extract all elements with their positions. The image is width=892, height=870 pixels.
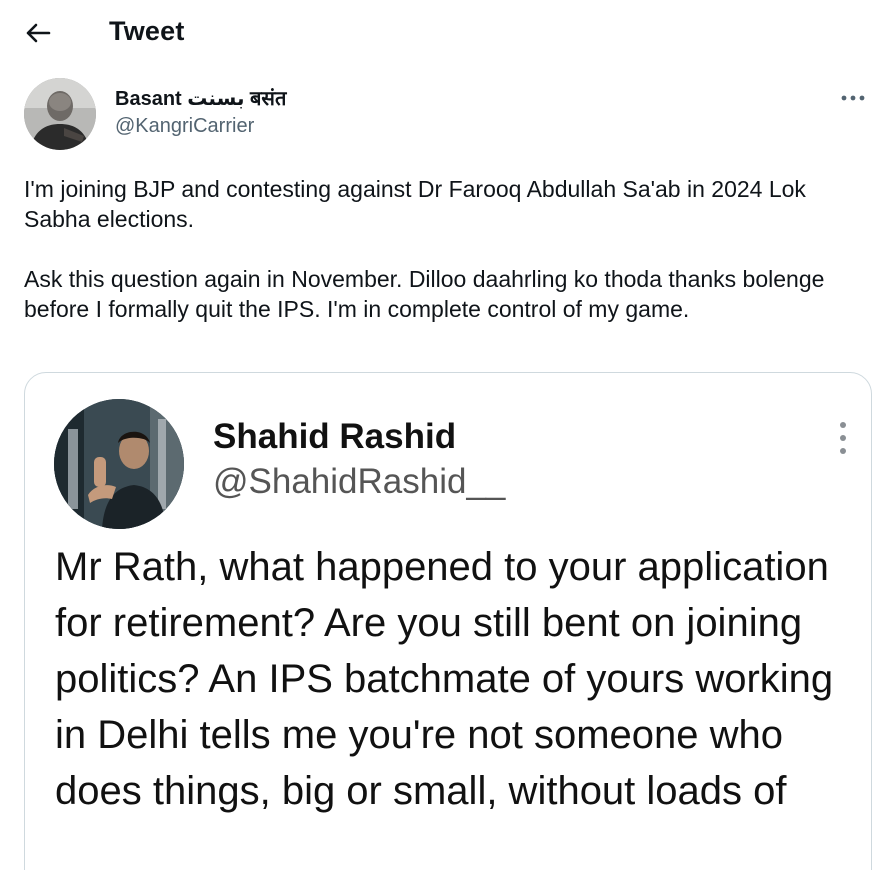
tweet-text: I'm joining BJP and contesting against D…	[24, 174, 869, 354]
author-handle[interactable]: @KangriCarrier	[115, 115, 254, 138]
page-title: Tweet	[109, 16, 185, 46]
quoted-tweet-text: Mr Rath, what happened to your applicati…	[55, 545, 834, 813]
page-header: Tweet	[0, 0, 892, 66]
more-vertical-icon	[840, 422, 846, 454]
tweet-paragraph: I'm joining BJP and contesting against D…	[24, 176, 806, 232]
arrow-left-icon	[26, 23, 51, 43]
more-options-button[interactable]	[838, 88, 868, 108]
more-horizontal-icon	[841, 95, 865, 101]
quoted-tweet-card[interactable]: Shahid Rashid @ShahidRashid__ Mr Rath, w…	[24, 372, 872, 870]
tweet-paragraph: Ask this question again in November. Dil…	[24, 266, 825, 322]
quoted-avatar	[54, 399, 184, 529]
avatar[interactable]	[24, 78, 96, 150]
back-button[interactable]	[22, 18, 54, 48]
quoted-more-button	[837, 421, 849, 455]
author-name[interactable]: Basant بسنت बसंत	[115, 84, 286, 111]
quoted-author-name: Shahid Rashid	[213, 417, 457, 456]
quoted-author-handle: @ShahidRashid__	[213, 462, 506, 501]
tweet-author: Basant بسنت बसंत @KangriCarrier	[24, 78, 874, 152]
